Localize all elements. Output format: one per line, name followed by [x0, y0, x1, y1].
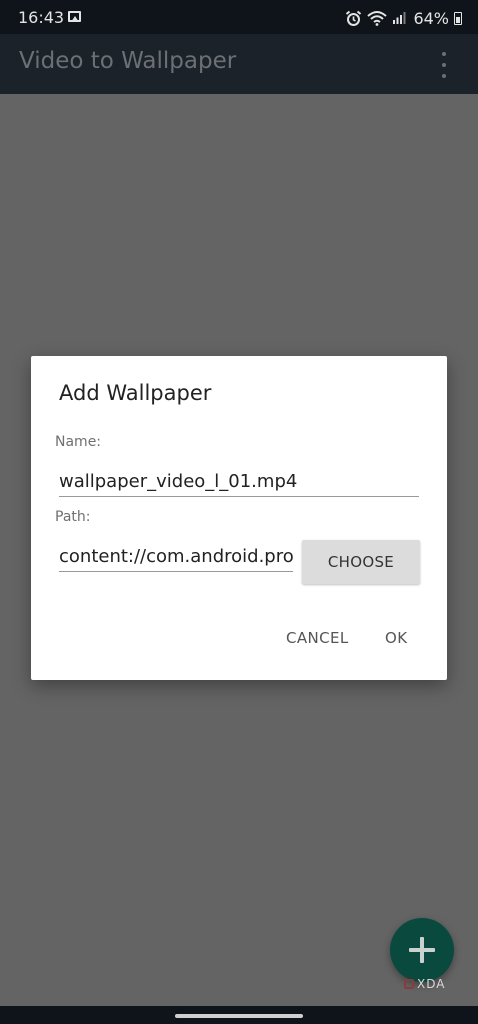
home-handle[interactable] — [175, 1014, 303, 1018]
path-label: Path: — [55, 509, 91, 525]
dialog-title: Add Wallpaper — [59, 381, 212, 405]
name-label: Name: — [55, 434, 102, 450]
path-input[interactable] — [59, 542, 293, 572]
menu-dot — [442, 52, 446, 56]
ok-button[interactable]: OK — [385, 629, 407, 647]
wifi-icon — [367, 11, 388, 26]
battery-icon — [454, 11, 462, 25]
status-icons: 64% — [345, 7, 462, 29]
app-title: Video to Wallpaper — [19, 48, 237, 74]
alarm-icon — [346, 10, 362, 26]
app-bar: Video to Wallpaper — [0, 34, 478, 94]
gallery-icon — [68, 11, 81, 22]
status-bar: 16:43 64% — [0, 0, 478, 34]
add-wallpaper-dialog: Add Wallpaper Name: Path: CHOOSE CANCEL … — [31, 356, 447, 680]
nav-bar — [0, 1006, 478, 1024]
add-wallpaper-fab[interactable] — [390, 918, 454, 982]
status-time: 16:43 — [18, 8, 65, 27]
cancel-button[interactable]: CANCEL — [286, 629, 349, 647]
choose-button[interactable]: CHOOSE — [302, 540, 420, 584]
watermark-text: XDA — [417, 977, 446, 991]
xda-logo-icon — [404, 979, 414, 989]
menu-dot — [442, 74, 446, 78]
name-input[interactable] — [59, 467, 419, 497]
more-vert-icon[interactable] — [434, 52, 454, 78]
battery-percent: 64% — [413, 8, 449, 28]
plus-icon — [406, 934, 438, 966]
watermark: XDA — [404, 977, 445, 991]
signal-icon — [393, 12, 406, 24]
menu-dot — [442, 63, 446, 67]
